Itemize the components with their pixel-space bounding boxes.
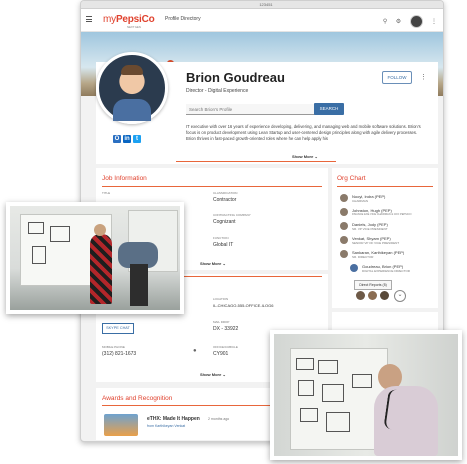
field-value: IL-CHICAGO-555-OFFICE-ILOG6 bbox=[213, 303, 274, 308]
field-label: MOBILE PHONE bbox=[102, 345, 125, 349]
follow-button[interactable]: FOLLOW bbox=[382, 71, 412, 84]
person bbox=[130, 264, 148, 306]
avatar bbox=[340, 222, 348, 230]
settings-icon[interactable]: ⚙ bbox=[396, 18, 401, 25]
avatar bbox=[340, 250, 348, 258]
avatar bbox=[350, 264, 358, 272]
show-more-link[interactable]: Show More ⌄ bbox=[200, 261, 226, 266]
avatar bbox=[340, 208, 348, 216]
whiteboard-meeting-photo bbox=[6, 202, 184, 314]
sketch bbox=[50, 226, 70, 242]
sketch bbox=[28, 222, 44, 234]
profile-search-input[interactable] bbox=[186, 104, 316, 115]
avatar[interactable] bbox=[356, 291, 365, 300]
chevron-down-icon: ⌄ bbox=[314, 154, 318, 159]
hamburger-icon[interactable] bbox=[86, 16, 92, 24]
org-chart-heading: Org Chart bbox=[337, 175, 366, 182]
job-information-heading: Job Information bbox=[102, 175, 147, 182]
profile-title: Director - Digital Experience bbox=[186, 88, 249, 94]
chevron-down-icon[interactable]: ⌄ bbox=[394, 290, 406, 302]
linkedin-icon[interactable]: in bbox=[123, 135, 131, 143]
header-actions: ⚲ ⚙ ⋮ bbox=[379, 13, 437, 31]
profile-photo bbox=[96, 52, 168, 124]
social-links: Oin t bbox=[113, 127, 143, 145]
person bbox=[90, 234, 112, 304]
sketch bbox=[322, 384, 344, 402]
section-divider bbox=[102, 186, 322, 187]
avatar bbox=[340, 194, 348, 202]
kebab-icon[interactable]: ⋮ bbox=[420, 73, 427, 81]
twitter-icon[interactable]: t bbox=[133, 135, 141, 143]
outlook-icon[interactable]: O bbox=[113, 135, 121, 143]
whiteboard-sketching-photo bbox=[270, 330, 462, 460]
avatar bbox=[340, 236, 348, 244]
show-more-link[interactable]: Show More ⌄ bbox=[292, 154, 318, 159]
profile-bio: IT executive with over 16 years of exper… bbox=[186, 124, 421, 141]
field-value: Cognizant bbox=[213, 219, 236, 225]
sketch bbox=[326, 412, 350, 432]
address-bar[interactable]: 123451 bbox=[231, 2, 301, 7]
avatar[interactable] bbox=[380, 291, 389, 300]
field-label: MAIL DROP bbox=[213, 320, 230, 324]
field-label: FUNCTION bbox=[213, 236, 229, 240]
awards-heading: Awards and Recognition bbox=[102, 395, 173, 402]
chevron-down-icon: ⌄ bbox=[222, 261, 226, 266]
app-logo[interactable]: myPepsiCo NEXT GEN bbox=[103, 14, 155, 29]
browser-chrome: 123451 bbox=[81, 1, 443, 16]
person bbox=[94, 224, 106, 236]
map-pin-icon[interactable]: ● bbox=[193, 348, 197, 354]
sketch bbox=[352, 374, 372, 388]
section-divider bbox=[176, 161, 336, 162]
breadcrumb[interactable]: Profile Directory bbox=[165, 16, 201, 22]
field-value: (312) 821-1673 bbox=[102, 351, 137, 357]
field-label: CLASSIFICATION bbox=[213, 191, 238, 195]
skype-chat-button[interactable]: SKYPE CHAT bbox=[102, 323, 134, 334]
profile-name: Brion Goudreau bbox=[186, 70, 285, 85]
sketch bbox=[32, 246, 46, 264]
field-label: CONTRACTING COMPANY bbox=[213, 213, 251, 217]
sketch bbox=[318, 360, 338, 374]
app-header: myPepsiCo NEXT GEN Profile Directory ⚲ ⚙… bbox=[81, 9, 443, 32]
show-more-link[interactable]: Show More ⌄ bbox=[200, 372, 226, 377]
field-value: DX - 33922 bbox=[213, 326, 239, 332]
chevron-down-icon: ⌄ bbox=[222, 372, 226, 377]
award-badge-image bbox=[104, 414, 138, 436]
sketch bbox=[298, 380, 314, 396]
award-timestamp: 2 months ago bbox=[208, 417, 230, 421]
kebab-icon[interactable]: ⋮ bbox=[431, 18, 437, 25]
section-divider bbox=[337, 186, 433, 187]
award-from[interactable]: from Karthikeyan Venkat bbox=[147, 424, 185, 428]
field-value: Global IT bbox=[213, 242, 234, 248]
award-title[interactable]: eTHX: Made It Happen bbox=[147, 416, 200, 422]
direct-reports-button[interactable]: Direct Reports (5) bbox=[354, 280, 392, 290]
sketch bbox=[296, 358, 314, 370]
field-label: LOCATION bbox=[213, 297, 229, 301]
user-avatar[interactable] bbox=[409, 15, 423, 29]
search-button[interactable]: SEARCH bbox=[314, 103, 344, 115]
field-label: TITLE bbox=[102, 191, 111, 195]
field-value: Contractor bbox=[213, 197, 237, 203]
avatar[interactable] bbox=[368, 291, 377, 300]
field-label: OFFICE/CUBICLE bbox=[213, 345, 238, 349]
search-icon[interactable]: ⚲ bbox=[383, 18, 387, 25]
sketch bbox=[300, 408, 318, 422]
field-value: CY901 bbox=[213, 351, 229, 357]
